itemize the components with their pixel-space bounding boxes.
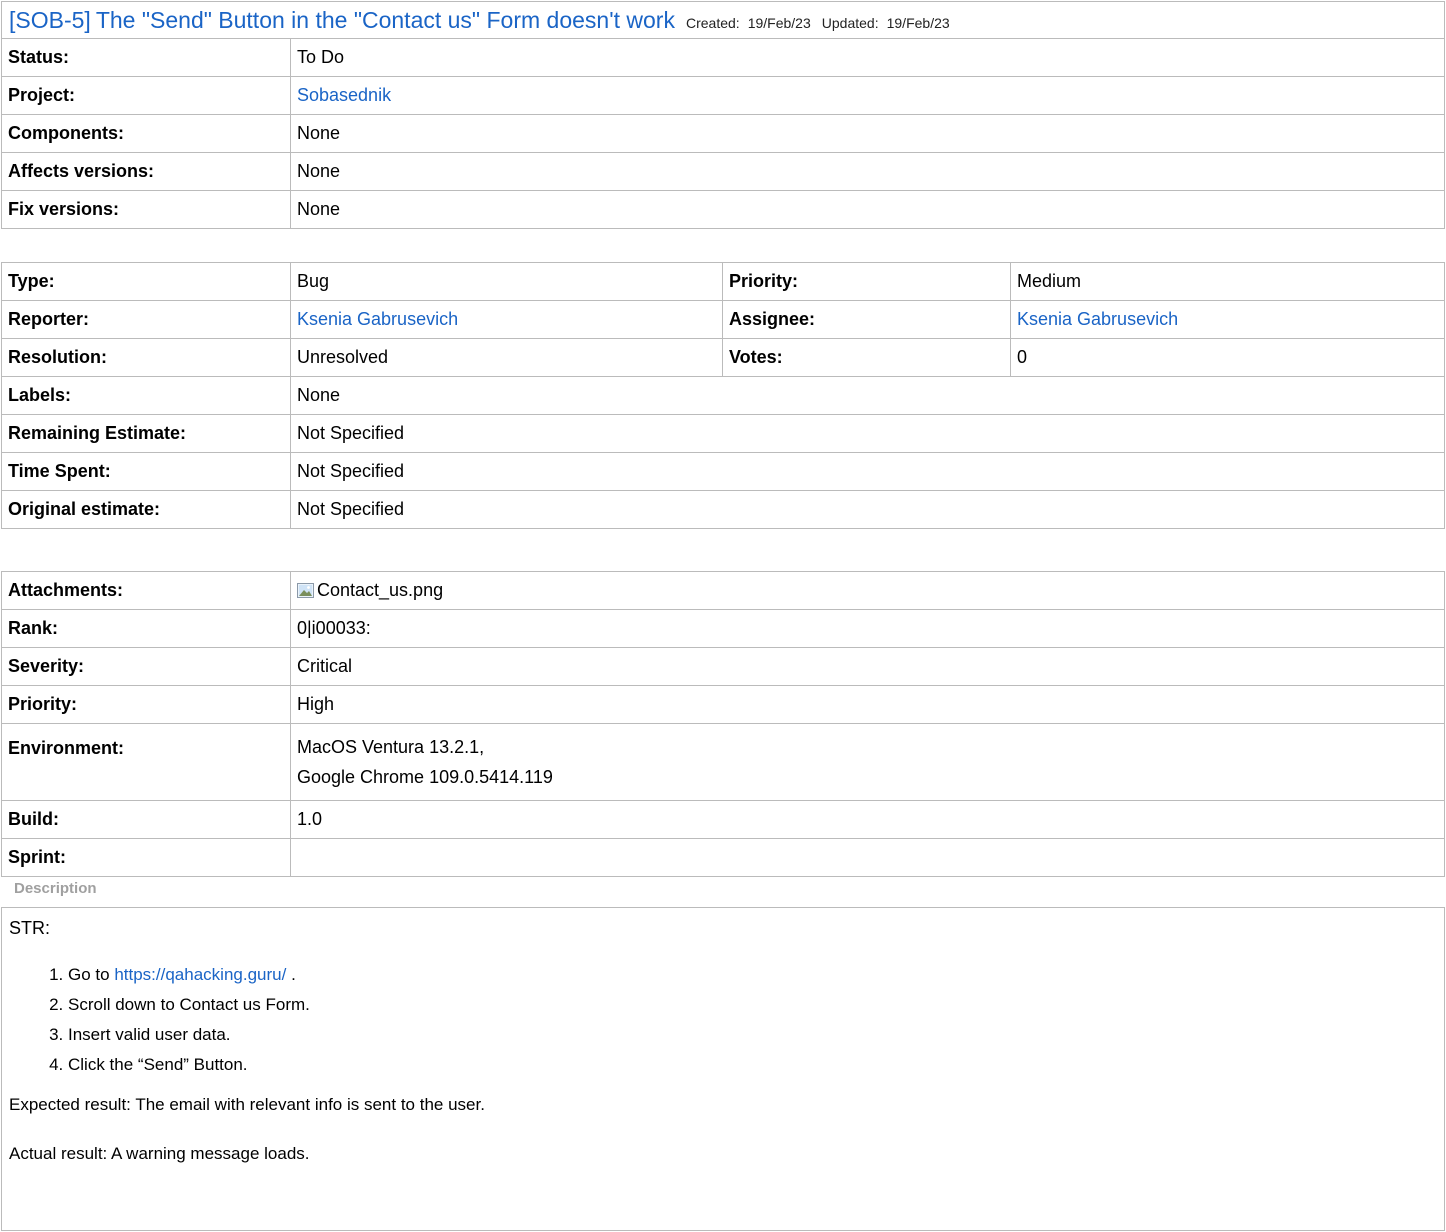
field-row-severity: Severity: Critical (1, 647, 1445, 686)
field-label: Type: (1, 262, 291, 301)
field-label: Components: (1, 114, 291, 153)
field-row-sprint: Sprint: (1, 838, 1445, 877)
field-label: Resolution: (1, 338, 291, 377)
field-value-original-estimate: Not Specified (290, 490, 1445, 529)
field-row-project: Project: Sobasednik (1, 76, 1445, 115)
field-value-affects-versions: None (290, 152, 1445, 191)
field-value-fix-versions: None (290, 190, 1445, 229)
field-label: Time Spent: (1, 452, 291, 491)
field-value-priority: High (290, 685, 1445, 724)
field-label: Environment: (1, 723, 291, 801)
issue-header: [SOB-5] The "Send" Button in the "Contac… (1, 1, 1445, 39)
field-label: Severity: (1, 647, 291, 686)
field-label: Affects versions: (1, 152, 291, 191)
step-item: Scroll down to Contact us Form. (68, 990, 310, 1020)
field-value-rank: 0|i00033: (290, 609, 1445, 648)
environment-line: MacOS Ventura 13.2.1, (297, 737, 485, 757)
field-row-rank: Rank: 0|i00033: (1, 609, 1445, 648)
field-value-votes: 0 (1010, 338, 1445, 377)
field-value-status: To Do (290, 38, 1445, 77)
issue-title-row: [SOB-5] The "Send" Button in the "Contac… (9, 2, 1444, 39)
description-body: STR: Go to https://qahacking.guru/ . Scr… (1, 907, 1445, 1231)
field-value-build: 1.0 (290, 800, 1445, 839)
step-text: Go to (68, 965, 110, 984)
field-row-build: Build: 1.0 (1, 800, 1445, 839)
custom-fields-table: Attachments: Contact_us.png Rank: 0|i000… (1, 571, 1445, 877)
field-label: Status: (1, 38, 291, 77)
field-value-labels: None (290, 376, 1445, 415)
field-value-remaining-estimate: Not Specified (290, 414, 1445, 453)
field-row-reporter-assignee: Reporter: Ksenia Gabrusevich Assignee: K… (1, 300, 1445, 339)
updated-date: 19/Feb/23 (886, 15, 950, 31)
updated-label: Updated: (821, 15, 879, 31)
field-label: Remaining Estimate: (1, 414, 291, 453)
field-row-affects-versions: Affects versions: None (1, 152, 1445, 191)
field-value-severity: Critical (290, 647, 1445, 686)
created-label: Created: (685, 15, 740, 31)
field-row-time-spent: Time Spent: Not Specified (1, 452, 1445, 491)
expected-result: Expected result: The email with relevant… (9, 1095, 485, 1114)
field-row-priority: Priority: High (1, 685, 1445, 724)
details-fields-table: Type: Bug Priority: Medium Reporter: Kse… (1, 262, 1445, 529)
environment-line: Google Chrome 109.0.5414.119 (297, 767, 553, 787)
field-row-fix-versions: Fix versions: None (1, 190, 1445, 229)
field-row-environment: Environment: MacOS Ventura 13.2.1, Googl… (1, 723, 1445, 801)
field-row-type-priority: Type: Bug Priority: Medium (1, 262, 1445, 301)
field-label: Rank: (1, 609, 291, 648)
reporter-link[interactable]: Ksenia Gabrusevich (297, 309, 458, 329)
field-label: Sprint: (1, 838, 291, 877)
field-label: Project: (1, 76, 291, 115)
field-value-resolution: Unresolved (290, 338, 723, 377)
field-row-resolution-votes: Resolution: Unresolved Votes: 0 (1, 338, 1445, 377)
field-value-sprint (290, 838, 1445, 877)
field-value-environment: MacOS Ventura 13.2.1, Google Chrome 109.… (290, 723, 1445, 801)
project-link[interactable]: Sobasednik (297, 85, 391, 105)
field-label: Assignee: (722, 300, 1011, 339)
field-row-remaining-estimate: Remaining Estimate: Not Specified (1, 414, 1445, 453)
image-file-icon (297, 582, 314, 598)
field-value-type: Bug (290, 262, 723, 301)
qahacking-link[interactable]: https://qahacking.guru/ (114, 965, 286, 984)
summary-fields-table: Status: To Do Project: Sobasednik Compon… (1, 38, 1445, 229)
str-label: STR: (9, 918, 51, 938)
field-label: Build: (1, 800, 291, 839)
field-row-status: Status: To Do (1, 38, 1445, 77)
field-label: Priority: (722, 262, 1011, 301)
field-label: Attachments: (1, 571, 291, 610)
field-row-original-estimate: Original estimate: Not Specified (1, 490, 1445, 529)
step-item: Click the “Send” Button. (68, 1050, 310, 1080)
field-row-labels: Labels: None (1, 376, 1445, 415)
field-label: Reporter: (1, 300, 291, 339)
issue-key-link[interactable]: [SOB-5] (9, 7, 91, 33)
field-value-priority: Medium (1010, 262, 1445, 301)
field-row-attachments: Attachments: Contact_us.png (1, 571, 1445, 610)
attachment-filename[interactable]: Contact_us.png (317, 580, 443, 600)
actual-result: Actual result: A warning message loads. (9, 1144, 310, 1163)
created-date: 19/Feb/23 (747, 15, 811, 31)
description-heading: Description (14, 880, 97, 897)
attachment-item[interactable]: Contact_us.png (290, 571, 1445, 610)
step-item: Go to https://qahacking.guru/ . (68, 960, 310, 990)
assignee-link[interactable]: Ksenia Gabrusevich (1017, 309, 1178, 329)
field-value-components: None (290, 114, 1445, 153)
field-label: Fix versions: (1, 190, 291, 229)
issue-title-link[interactable]: The "Send" Button in the "Contact us" Fo… (96, 7, 675, 33)
step-text: . (291, 965, 296, 984)
field-label: Priority: (1, 685, 291, 724)
steps-list: Go to https://qahacking.guru/ . Scroll d… (40, 960, 310, 1080)
field-label: Votes: (722, 338, 1011, 377)
step-item: Insert valid user data. (68, 1020, 310, 1050)
field-label: Original estimate: (1, 490, 291, 529)
field-value-time-spent: Not Specified (290, 452, 1445, 491)
field-row-components: Components: None (1, 114, 1445, 153)
field-label: Labels: (1, 376, 291, 415)
